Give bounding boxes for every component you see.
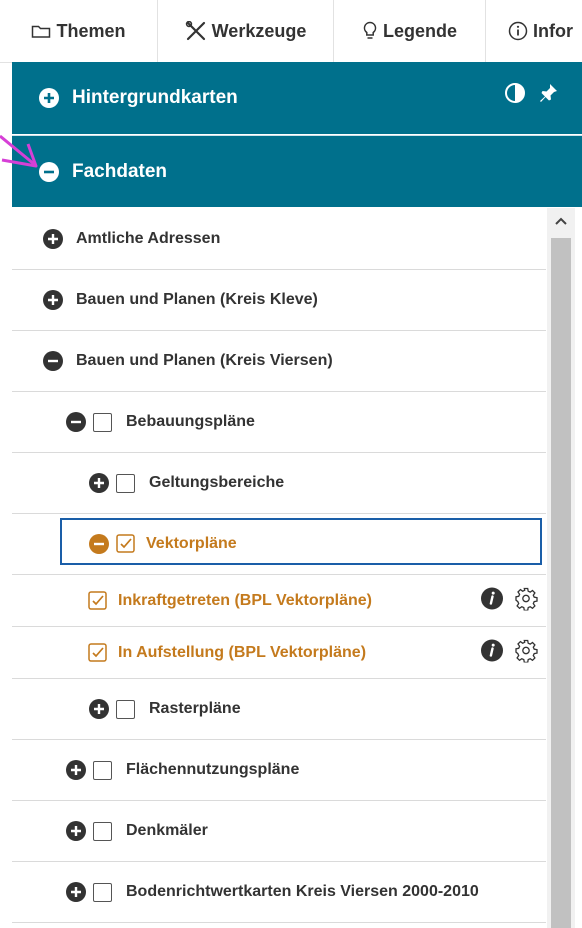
tree-item-label: In Aufstellung (BPL Vektorpläne) [118,643,367,661]
layer-actions [480,586,538,615]
expand-plus-icon[interactable] [65,820,87,842]
info-icon[interactable] [480,638,504,667]
expand-plus-icon[interactable] [42,289,64,311]
info-icon[interactable] [480,586,504,615]
pin-icon[interactable] [538,83,558,109]
tab-werkzeuge-label: Werkzeuge [211,20,307,41]
hintergrundkarten-label: Hintergrundkarten [72,87,238,108]
layer-checkbox[interactable] [93,882,112,902]
layer-checkbox[interactable] [93,412,112,432]
tree-item-label: Bauen und Planen (Kreis Viersen) [76,352,333,369]
fachdaten-header[interactable]: Fachdaten [12,135,582,207]
fachdaten-label: Fachdaten [72,160,168,182]
collapse-minus-icon[interactable] [65,411,87,433]
tree-item-bauen-planen-kleve[interactable]: Bauen und Planen (Kreis Kleve) [12,270,546,331]
checked-checkbox-icon[interactable] [88,590,108,611]
scroll-up-chevron-icon[interactable] [553,214,569,228]
tree-item-label: Flächennutzungspläne [126,761,300,778]
settings-gear-icon[interactable] [514,586,538,615]
tree-item-rasterplaene[interactable]: Rasterpläne [12,679,546,740]
tree-item-label: Bebauungspläne [126,413,255,430]
lightbulb-icon [362,21,378,41]
expand-plus-icon[interactable] [65,881,87,903]
tree-item-geltungsbereiche[interactable]: Geltungsbereiche [12,453,546,514]
tree-item-label: Denkmäler [126,822,208,839]
checked-checkbox-icon[interactable] [88,642,108,663]
info-circle-icon [508,21,528,41]
tree-item-label: Geltungsbereiche [149,474,285,491]
tree-item-label: Bauen und Planen (Kreis Kleve) [76,291,318,308]
tree-item-amtliche-adressen[interactable]: Amtliche Adressen [12,208,546,270]
hintergrundkarten-header[interactable]: Hintergrundkarten [12,62,582,134]
tree-item-label: Inkraftgetreten (BPL Vektorpläne) [118,591,372,609]
header-actions [504,82,558,110]
tree-item-bebauungsplaene[interactable]: Bebauungspläne [12,392,546,453]
plus-circle-icon[interactable] [38,87,60,109]
scrollbar[interactable] [547,208,575,928]
layer-checkbox[interactable] [93,821,112,841]
tab-werkzeuge[interactable]: Werkzeuge [158,0,334,62]
tab-themen[interactable]: Themen [0,0,158,62]
top-tab-bar: Themen Werkzeuge Legende Infor [0,0,582,63]
tree-item-label: Amtliche Adressen [76,229,221,247]
expand-plus-icon[interactable] [88,698,110,720]
tab-themen-label: Themen [56,20,126,41]
collapse-minus-icon[interactable] [42,350,64,372]
layer-item-inkraftgetreten[interactable]: Inkraftgetreten (BPL Vektorpläne) [12,575,546,627]
scrollbar-thumb[interactable] [551,238,571,928]
tab-informationen[interactable]: Infor [486,0,582,62]
tab-informationen-label: Infor [533,20,573,41]
tree-item-flaechennutzungsplaene[interactable]: Flächennutzungspläne [12,740,546,801]
layer-actions [480,638,538,667]
expand-plus-icon[interactable] [88,472,110,494]
expand-plus-icon[interactable] [42,228,64,250]
tab-legende-label: Legende [382,20,457,41]
tree-item-label: Rasterpläne [149,700,241,717]
tree-item-bodenrichtwertkarten[interactable]: Bodenrichtwertkarten Kreis Viersen 2000-… [12,862,546,923]
settings-gear-icon[interactable] [514,638,538,667]
expand-plus-icon[interactable] [65,759,87,781]
annotation-arrow-icon [0,134,38,168]
tools-icon [185,21,207,41]
contrast-icon[interactable] [504,82,526,110]
tab-legende[interactable]: Legende [334,0,486,62]
tree-item-label: Bodenrichtwertkarten Kreis Viersen 2000-… [126,883,479,900]
layer-item-in-aufstellung[interactable]: In Aufstellung (BPL Vektorpläne) [12,627,546,679]
selection-focus-outline [60,518,542,565]
layer-checkbox[interactable] [93,760,112,780]
folder-icon [31,23,51,39]
layer-tree: Amtliche Adressen Bauen und Planen (Krei… [12,208,546,928]
tree-item-bauen-planen-viersen[interactable]: Bauen und Planen (Kreis Viersen) [12,331,546,392]
layer-checkbox[interactable] [116,473,135,493]
layer-checkbox[interactable] [116,699,135,719]
tree-item-denkmaeler[interactable]: Denkmäler [12,801,546,862]
